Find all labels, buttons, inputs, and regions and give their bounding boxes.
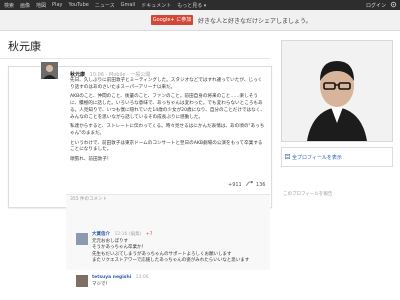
comments-count[interactable]: 355 件のコメント (70, 196, 107, 202)
login-link[interactable]: ログイン (366, 2, 386, 9)
top-nav-links: 検索 画像 地図 Play YouTube ニュース Gmail ドキュメント … (0, 2, 206, 9)
commenter-avatar[interactable] (76, 233, 88, 245)
view-full-profile-link[interactable]: 全プロフィールを表示 (292, 154, 342, 161)
nav-gmail[interactable]: Gmail (121, 2, 136, 9)
nav-play[interactable]: Play (52, 2, 62, 9)
gear-icon[interactable] (390, 1, 397, 8)
join-google-plus-button[interactable]: Google+ に参加 (151, 15, 193, 25)
post-author-avatar[interactable] (41, 62, 58, 79)
post-paragraph: というわけで、前田敦子は東京ドームのコンサートと翌日のAKB劇場の公演をもって卒… (70, 140, 263, 153)
profile-link-box: 全プロフィールを表示 (281, 147, 393, 167)
comment-line: またリクエストアワーで応援したあっちゃんの姿がみれたらいいなと思います (92, 258, 250, 263)
comment-plus-count[interactable]: +7 (146, 232, 153, 237)
comment-author[interactable]: tetsuya negishi (92, 275, 131, 280)
share-icon[interactable] (246, 180, 255, 187)
post-paragraph: 頑張れ、前田敦子！ (70, 157, 112, 163)
person-avatar-icon (41, 62, 58, 79)
report-profile-link[interactable]: このプロフィールを報告 (283, 191, 332, 197)
comment: 大貫信介 12:16 (編集) +7 元元おおしぼりす そうかあっちゃん卒業か！… (92, 232, 262, 265)
comment-author[interactable]: 大貫信介 (92, 232, 110, 237)
comment-line: マジで！ (92, 281, 110, 287)
nav-news[interactable]: ニュース (95, 2, 115, 9)
post-header: 秋元康 10:06 - Mobile - 一般公開 (70, 71, 150, 78)
plus-one-count[interactable]: +911 (228, 182, 242, 188)
profile-portrait-image (282, 41, 392, 141)
nav-maps[interactable]: 地図 (36, 2, 46, 9)
comment-time: 13:06 (135, 275, 149, 280)
post-paragraph: 先日、久しぶりに前田敦子とミーティングした。スタジオなどではすれ違っていたが、じ… (70, 78, 263, 90)
nav-youtube[interactable]: YouTube (68, 2, 88, 9)
comment-time: 12:16 (編集) (114, 232, 142, 237)
comment: tetsuya negishi 13:06 マジで！ (92, 275, 262, 288)
page-title: 秋元康 (8, 40, 41, 53)
banner-text: 好きな人と好きなだけシェアしましょう。 (198, 18, 312, 25)
nav-images[interactable]: 画像 (20, 2, 30, 9)
commenter-avatar[interactable] (76, 275, 88, 287)
post-body: 先日、久しぶりに前田敦子とミーティングした。スタジオなどではすれ違っていたが、じ… (70, 78, 266, 167)
post-paragraph: 私達からすると、ストレートに伝わってくる。時々見せるはにかんだ表情は、あの頃の"… (70, 124, 265, 136)
profile-info-icon (285, 154, 290, 159)
nav-search[interactable]: 検索 (4, 2, 14, 9)
post-paragraph: AKBのこと、仲間のこと、後輩のこと、ファンのこと。前田自身の将来のこと……楽し… (70, 94, 265, 120)
top-navigation-bar: 検索 画像 地図 Play YouTube ニュース Gmail ドキュメント … (0, 0, 400, 10)
nav-more[interactable]: もっと見る ▾ (177, 2, 206, 9)
join-banner: Google+ に参加 好きな人と好きなだけシェアしましょう。 (0, 10, 400, 31)
profile-photo[interactable] (281, 40, 393, 142)
title-divider (0, 58, 270, 59)
post-actions: +911 136 (228, 180, 266, 188)
nav-documents[interactable]: ドキュメント (141, 2, 171, 9)
share-count: 136 (255, 182, 266, 188)
